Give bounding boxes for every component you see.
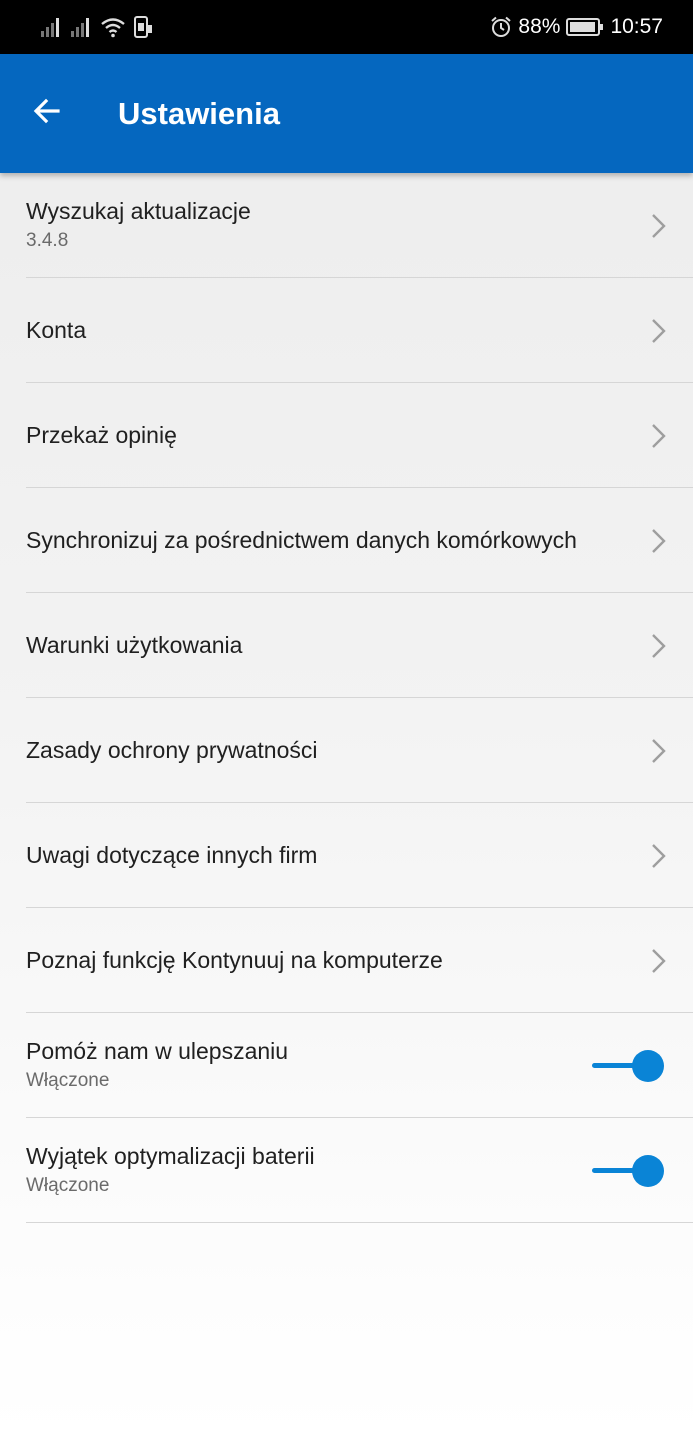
setting-accounts[interactable]: Konta: [0, 278, 693, 383]
version-label: 3.4.8: [26, 229, 69, 251]
help-improve-toggle[interactable]: [592, 1048, 666, 1084]
setting-title: Wyszukaj aktualizacje: [26, 197, 251, 224]
setting-feedback[interactable]: Przekaż opinię: [0, 383, 693, 488]
chevron-right-icon: [652, 318, 666, 343]
setting-sync-mobile-data[interactable]: Synchronizuj za pośrednictwem danych kom…: [0, 488, 693, 593]
setting-privacy-policy[interactable]: Zasady ochrony prywatności: [0, 698, 693, 803]
status-time: 10:57: [610, 15, 663, 38]
chevron-right-icon: [652, 633, 666, 658]
status-icons-right: 88% 10:57: [490, 12, 663, 42]
setting-third-party-notices[interactable]: Uwagi dotyczące innych firm: [0, 803, 693, 908]
chevron-right-icon: [652, 948, 666, 973]
chevron-right-icon: [652, 843, 666, 868]
wifi-icon: [101, 18, 125, 38]
setting-terms-of-use[interactable]: Warunki użytkowania: [0, 593, 693, 698]
signal-icon: [71, 18, 89, 37]
setting-help-improve[interactable]: Pomóż nam w ulepszaniu Włączone: [0, 1013, 693, 1118]
toggle-thumb[interactable]: [632, 1049, 664, 1082]
status-icons-left: [40, 14, 154, 40]
chevron-right-icon: [652, 738, 666, 763]
divider: [26, 1222, 693, 1223]
app-bar: Ustawienia: [0, 54, 693, 173]
setting-title: Przekaż opinię: [26, 421, 177, 448]
toggle-thumb[interactable]: [632, 1154, 664, 1187]
battery-percent: 88%: [518, 15, 561, 38]
setting-battery-optimization[interactable]: Wyjątek optymalizacji baterii Włączone: [0, 1118, 693, 1223]
chevron-right-icon: [652, 213, 666, 238]
setting-title: Konta: [26, 316, 87, 343]
setting-title: Poznaj funkcję Kontynuuj na komputerze: [26, 946, 443, 973]
chevron-right-icon: [652, 528, 666, 553]
setting-title: Synchronizuj za pośrednictwem danych kom…: [26, 526, 577, 553]
arrow-left-icon: [33, 98, 60, 124]
toggle-state-label: Włączone: [26, 1174, 110, 1196]
alarm-icon: [491, 16, 512, 37]
battery-icon: [566, 18, 604, 36]
settings-list: Wyszukaj aktualizacje 3.4.8 Konta Przeka…: [0, 173, 693, 1223]
setting-title: Uwagi dotyczące innych firm: [26, 841, 318, 868]
sim-icon: [134, 16, 152, 38]
chevron-right-icon: [652, 423, 666, 448]
setting-check-updates[interactable]: Wyszukaj aktualizacje 3.4.8: [0, 173, 693, 278]
setting-title: Warunki użytkowania: [26, 631, 243, 658]
back-button[interactable]: [20, 84, 74, 138]
toggle-state-label: Włączone: [26, 1069, 110, 1091]
page-title: Ustawienia: [118, 96, 280, 131]
battery-optimization-toggle[interactable]: [592, 1153, 666, 1189]
setting-continue-on-pc[interactable]: Poznaj funkcję Kontynuuj na komputerze: [0, 908, 693, 1013]
status-bar: 88% 10:57: [0, 0, 693, 54]
signal-icon: [41, 18, 59, 37]
setting-title: Wyjątek optymalizacji baterii: [26, 1142, 315, 1169]
setting-title: Zasady ochrony prywatności: [26, 736, 318, 763]
setting-title: Pomóż nam w ulepszaniu: [26, 1037, 289, 1064]
